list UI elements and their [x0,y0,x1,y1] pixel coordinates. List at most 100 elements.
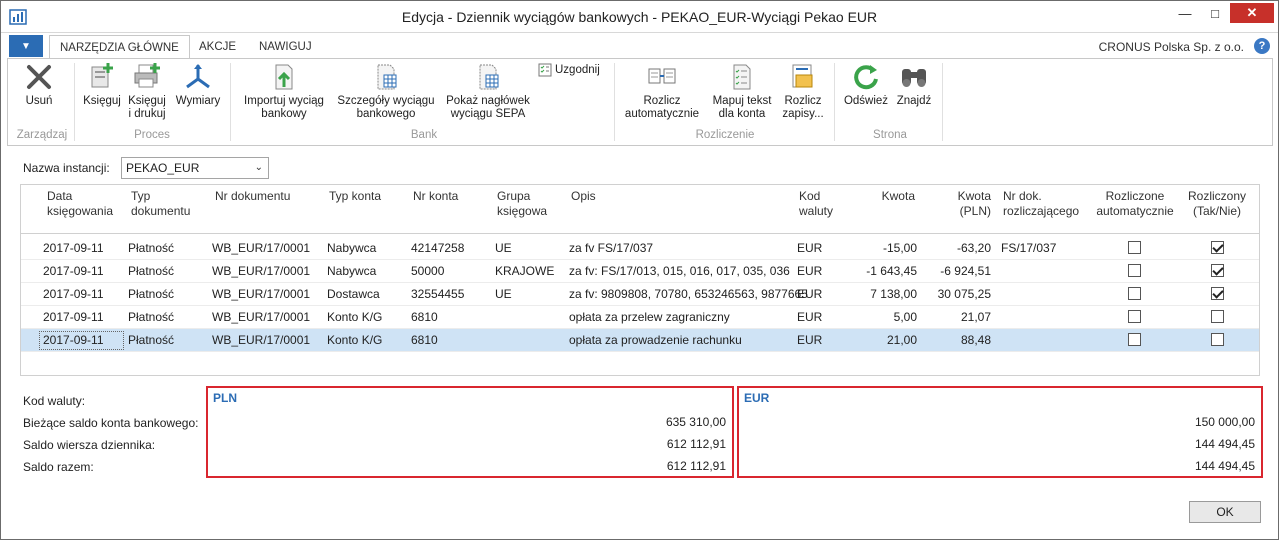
cell-opis[interactable]: za fv FS/17/037 [569,241,653,255]
cell-opis[interactable]: opłata za prowadzenie rachunku [569,333,742,347]
applied-checkbox[interactable] [1211,264,1224,277]
cell-typkonta[interactable]: Dostawca [327,287,380,301]
cell-kwotapln[interactable]: -6 924,51 [921,264,991,278]
reconcile-button[interactable]: Uzgodnij [538,63,600,77]
dimensions-button[interactable]: Wymiary [172,61,224,108]
cell-kod[interactable]: EUR [797,241,822,255]
auto-applied-checkbox[interactable] [1128,241,1141,254]
cell-data[interactable]: 2017-09-11 [43,264,104,278]
instance-select[interactable]: PEKAO_EUR ⌄ [121,157,269,179]
tab-narzedzia-glowne[interactable]: NARZĘDZIA GŁÓWNE [49,35,190,59]
cell-kwota[interactable]: 7 138,00 [849,287,917,301]
auto-applied-checkbox[interactable] [1128,287,1141,300]
cell-typ[interactable]: Płatność [128,264,174,278]
col-auto-applied[interactable]: Rozliczone automatycznie [1089,189,1181,219]
col-amount[interactable]: Kwota [849,189,915,204]
cell-typkonta[interactable]: Konto K/G [327,333,382,347]
map-text-button[interactable]: Mapuj tekst dla konta [706,61,778,121]
cell-kwotapln[interactable]: 30 075,25 [921,287,991,301]
cell-nrkonta[interactable]: 6810 [411,333,438,347]
post-button[interactable]: Księguj [80,61,124,108]
cell-kwotapln[interactable]: 21,07 [921,310,991,324]
cell-opis[interactable]: opłata za przelew zagraniczny [569,310,730,324]
help-icon[interactable]: ? [1254,38,1270,54]
cell-opis[interactable]: za fv: FS/17/013, 015, 016, 017, 035, 03… [569,264,790,278]
cell-typkonta[interactable]: Konto K/G [327,310,382,324]
maximize-icon[interactable]: □ [1200,3,1230,23]
apply-entries-button[interactable]: Rozlicz zapisy... [780,61,826,121]
cell-data[interactable]: 2017-09-11 [43,333,104,347]
cell-kwotapln[interactable]: 88,48 [921,333,991,347]
cell-grupa[interactable]: UE [495,241,512,255]
cell-opis[interactable]: za fv: 9809808, 70780, 653246563, 987766… [569,287,808,301]
statement-details-button[interactable]: Szczegóły wyciągu bankowego [334,61,438,121]
cell-typ[interactable]: Płatność [128,310,174,324]
cell-nrdok[interactable]: WB_EUR/17/0001 [212,287,310,301]
cell-nrdok[interactable]: WB_EUR/17/0001 [212,310,310,324]
auto-apply-button[interactable]: Rozlicz automatycznie [620,61,704,121]
cell-kwotapln[interactable]: -63,20 [921,241,991,255]
table-row[interactable]: 2017-09-11 Płatność WB_EUR/17/0001 Nabywca 5… [21,260,1259,283]
app-menu-button[interactable]: ▼ [9,35,43,57]
cell-typkonta[interactable]: Nabywca [327,264,376,278]
table-row[interactable]: 2017-09-11 Płatność WB_EUR/17/0001 Dostawca… [21,283,1259,306]
cell-kwota[interactable]: -1 643,45 [849,264,917,278]
post-print-button[interactable]: Księguj i drukuj [124,61,170,121]
col-currency-code[interactable]: Kod waluty [799,189,833,219]
applied-checkbox[interactable] [1211,287,1224,300]
minimize-icon[interactable]: — [1170,3,1200,23]
col-posting-group[interactable]: Grupa księgowa [497,189,547,219]
applied-checkbox[interactable] [1211,241,1224,254]
sepa-header-button[interactable]: Pokaż nagłówek wyciągu SEPA [442,61,534,121]
auto-applied-checkbox[interactable] [1128,333,1141,346]
auto-applied-checkbox[interactable] [1128,264,1141,277]
cell-grupa[interactable]: KRAJOWE [495,264,554,278]
col-account-type[interactable]: Typ konta [329,189,381,204]
cell-typkonta[interactable]: Nabywca [327,241,376,255]
col-amount-pln[interactable]: Kwota (PLN) [929,189,991,219]
close-icon[interactable]: ✕ [1230,3,1274,23]
cell-kwota[interactable]: -15,00 [849,241,917,255]
applied-checkbox[interactable] [1211,310,1224,323]
applied-checkbox[interactable] [1211,333,1224,346]
table-row[interactable]: 2017-09-11 Płatność WB_EUR/17/0001 Nabywca 4… [21,237,1259,260]
col-applies-to-doc[interactable]: Nr dok. rozliczającego [1003,189,1079,219]
delete-button[interactable]: Usuń [14,61,64,108]
table-row[interactable]: 2017-09-11 Płatność WB_EUR/17/0001 Konto K/… [21,306,1259,329]
auto-applied-checkbox[interactable] [1128,310,1141,323]
cell-nrdok[interactable]: WB_EUR/17/0001 [212,333,310,347]
cell-kod[interactable]: EUR [797,310,822,324]
cell-nrdokroz[interactable]: FS/17/037 [1001,241,1056,255]
cell-kod[interactable]: EUR [797,333,822,347]
col-applied[interactable]: Rozliczony (Tak/Nie) [1183,189,1251,219]
cell-grupa[interactable]: UE [495,287,512,301]
cell-kod[interactable]: EUR [797,264,822,278]
cell-nrkonta[interactable]: 32554455 [411,287,464,301]
cell-kod[interactable]: EUR [797,287,822,301]
cell-nrdok[interactable]: WB_EUR/17/0001 [212,264,310,278]
cell-data[interactable]: 2017-09-11 [43,241,104,255]
tab-nawiguj[interactable]: NAWIGUJ [249,35,322,59]
cell-data[interactable]: 2017-09-11 [43,310,104,324]
cell-typ[interactable]: Płatność [128,333,174,347]
cell-kwota[interactable]: 21,00 [849,333,917,347]
import-statement-button[interactable]: Importuj wyciąg bankowy [238,61,330,121]
cell-nrdok[interactable]: WB_EUR/17/0001 [212,241,310,255]
col-description[interactable]: Opis [571,189,596,204]
cell-typ[interactable]: Płatność [128,287,174,301]
col-document-type[interactable]: Typ dokumentu [131,189,190,219]
find-button[interactable]: Znajdź [892,61,936,108]
table-row[interactable]: 2017-09-11 Płatność WB_EUR/17/0001 Konto K/… [21,329,1259,352]
cell-nrkonta[interactable]: 42147258 [411,241,464,255]
cell-typ[interactable]: Płatność [128,241,174,255]
cell-data[interactable]: 2017-09-11 [43,287,104,301]
col-posting-date[interactable]: Data księgowania [47,189,113,219]
col-account-no[interactable]: Nr konta [413,189,458,204]
col-document-no[interactable]: Nr dokumentu [215,189,290,204]
cell-kwota[interactable]: 5,00 [849,310,917,324]
tab-akcje[interactable]: AKCJE [189,35,246,59]
cell-nrkonta[interactable]: 6810 [411,310,438,324]
refresh-button[interactable]: Odśwież [840,61,892,108]
ok-button[interactable]: OK [1189,501,1261,523]
cell-nrkonta[interactable]: 50000 [411,264,444,278]
